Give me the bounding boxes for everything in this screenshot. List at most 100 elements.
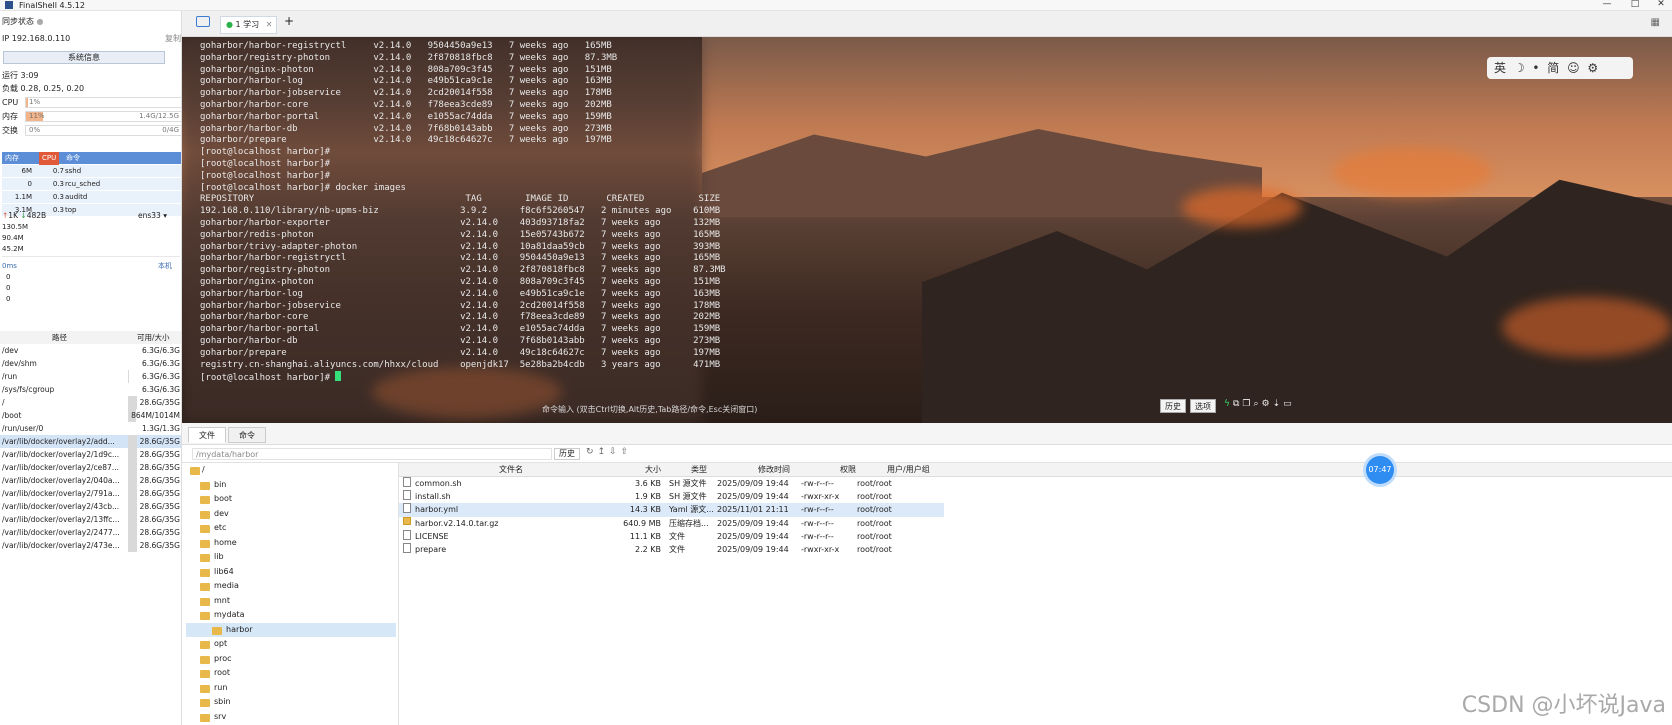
tree-item[interactable]: proc	[186, 652, 396, 667]
tab-commands[interactable]: 命令	[228, 427, 266, 443]
history-button[interactable]: 历史	[1160, 399, 1186, 413]
disk-row[interactable]: /boot 864M/1014M	[0, 409, 181, 422]
upload-icon[interactable]: ⇧	[621, 447, 633, 457]
tree-item[interactable]: sbin	[186, 695, 396, 710]
disk-row[interactable]: /var/lib/docker/overlay2/040a... 28.6G/35…	[0, 474, 181, 487]
tree-item[interactable]: media	[186, 579, 396, 594]
terminal-tool-icons[interactable]: ϟ⧉❐⌕⚙⇣▭	[1224, 399, 1295, 409]
col-size[interactable]: 大小	[645, 463, 661, 477]
disk-row[interactable]: /sys/fs/cgroup 6.3G/6.3G	[0, 383, 181, 396]
col-mtime[interactable]: 修改时间	[758, 463, 790, 477]
disk-row[interactable]: /var/lib/docker/overlay2/43cb... 28.6G/35…	[0, 500, 181, 513]
tab-close-icon[interactable]: ✕	[266, 20, 273, 29]
file-row[interactable]: LICENSE 11.1 KB 文件 2025/09/09 19:44 -rw-r--r…	[399, 529, 944, 543]
disk-row[interactable]: /run 6.3G/6.3G	[0, 370, 181, 383]
proc-cpu: 0.7	[52, 167, 64, 175]
disk-row[interactable]: /run/user/0 1.3G/1.3G	[0, 422, 181, 435]
tree-item[interactable]: mnt	[186, 594, 396, 609]
tree-item[interactable]: lib64	[186, 565, 396, 580]
ime-toolbar[interactable]: 英 ☽ • 简 ☺ ⚙	[1487, 57, 1633, 79]
disk-row[interactable]: /var/lib/docker/overlay2/13ffc... 28.6G/3…	[0, 513, 181, 526]
col-owner[interactable]: 用户/用户组	[887, 463, 930, 477]
proc-col-cpu[interactable]: CPU	[39, 152, 60, 165]
iface-select[interactable]: ens33 ▾	[138, 210, 167, 222]
tree-item[interactable]: run	[186, 681, 396, 696]
folder-open-icon[interactable]	[196, 16, 210, 27]
tree-item[interactable]: etc	[186, 521, 396, 536]
tree-item[interactable]: home	[186, 536, 396, 551]
tree-item[interactable]: boot	[186, 492, 396, 507]
tree-item[interactable]: lib	[186, 550, 396, 565]
process-row[interactable]: 0 0.3 rcu_sched	[2, 178, 181, 191]
proc-cmd: auditd	[65, 193, 88, 201]
paste-icon[interactable]: ❐	[1242, 399, 1253, 409]
tree-item[interactable]: opt	[186, 637, 396, 652]
lightning-icon[interactable]: ϟ	[1224, 399, 1233, 409]
gear-icon[interactable]: ⚙	[1262, 399, 1273, 409]
tree-item[interactable]: mydata	[186, 608, 396, 623]
col-filename[interactable]: 文件名	[499, 463, 523, 477]
tree-item[interactable]: bin	[186, 478, 396, 493]
tab-session-1[interactable]: ● 1 学习 ✕	[220, 16, 277, 34]
ping-host[interactable]: 本机	[158, 260, 172, 272]
system-info-button[interactable]: 系统信息	[3, 51, 165, 64]
disk-row[interactable]: /dev/shm 6.3G/6.3G	[0, 357, 181, 370]
disk-row[interactable]: / 28.6G/35G	[0, 396, 181, 409]
download-icon[interactable]: ⇣	[1273, 399, 1284, 409]
background-glow	[1182, 187, 1302, 227]
file-row[interactable]: install.sh 1.9 KB SH 源文件 2025/09/09 19:44 -r…	[399, 490, 944, 503]
download-icon[interactable]: ⇩	[609, 447, 621, 457]
minimize-button[interactable]: —	[1597, 0, 1617, 9]
refresh-icon[interactable]: ↻	[586, 447, 598, 457]
file-row[interactable]: prepare 2.2 KB 文件 2025/09/09 19:44 -rwxr-xr-…	[399, 542, 944, 556]
up-dir-icon[interactable]: ↥	[598, 447, 610, 457]
disk-row[interactable]: /var/lib/docker/overlay2/2477... 28.6G/35…	[0, 526, 181, 539]
options-button[interactable]: 选项	[1190, 399, 1216, 413]
col-perm[interactable]: 权限	[840, 463, 856, 477]
close-button[interactable]: ✕	[1651, 0, 1671, 9]
process-row[interactable]: 1.1M 0.3 auditd	[2, 191, 181, 204]
disk-size: 6.3G/6.3G	[128, 344, 180, 357]
col-type[interactable]: 类型	[691, 463, 707, 477]
disk-row[interactable]: /var/lib/docker/overlay2/ce87... 28.6G/35…	[0, 461, 181, 474]
command-input-hint[interactable]: 命令输入 (双击Ctrl切换,Alt历史,Tab路径/命令,Esc关闭窗口)	[542, 404, 757, 415]
proc-col-mem[interactable]: 内存	[5, 152, 19, 165]
tree-item[interactable]: srv	[186, 710, 396, 725]
terminal-line: goharbor/registry-photon v2.14.0 2f87081…	[200, 265, 726, 276]
disk-row[interactable]: /dev 6.3G/6.3G	[0, 344, 181, 357]
background-glow	[1502, 297, 1672, 357]
copy-icon[interactable]: ⧉	[1233, 399, 1242, 409]
disk-size: 28.6G/35G	[128, 500, 180, 513]
path-tool-icons[interactable]: ↻↥⇩⇧	[586, 447, 632, 457]
process-row[interactable]: 6M 0.7 sshd	[2, 165, 181, 178]
tab-files[interactable]: 文件	[188, 427, 226, 443]
tree-item[interactable]: dev	[186, 507, 396, 522]
clock-bubble[interactable]: 07:47	[1366, 456, 1394, 484]
search-icon[interactable]: ⌕	[1253, 399, 1261, 409]
disk-row[interactable]: /var/lib/docker/overlay2/473e... 28.6G/35…	[0, 539, 181, 552]
tree-item[interactable]: /	[186, 463, 396, 478]
grid-layout-icon[interactable]: ▦	[1651, 17, 1660, 28]
disk-col-size[interactable]: 可用/大小	[137, 331, 170, 344]
tree-item[interactable]: root	[186, 666, 396, 681]
file-row[interactable]: harbor.v2.14.0.tar.gz 640.9 MB 压缩存档... 2025…	[399, 516, 944, 530]
path-history-button[interactable]: 历史	[554, 448, 580, 460]
terminal-line: goharbor/prepare v2.14.0 49c18c64627c 7 …	[200, 347, 721, 358]
tree-item[interactable]: harbor	[186, 622, 396, 637]
add-tab-button[interactable]: +	[284, 14, 294, 28]
disk-size-text: 1.3G/1.3G	[141, 424, 180, 433]
proc-col-cmd[interactable]: 命令	[66, 152, 80, 165]
file-row[interactable]: harbor.yml 14.3 KB Yaml 源文... 2025/11/01 21…	[399, 503, 944, 517]
terminal-panel[interactable]: goharbor/harbor-registryctl v2.14.0 9504…	[182, 37, 1672, 423]
fullscreen-icon[interactable]: ▭	[1283, 399, 1295, 409]
disk-row[interactable]: /var/lib/docker/overlay2/791a... 28.6G/35…	[0, 487, 181, 500]
copy-ip-link[interactable]: 复制	[165, 33, 181, 45]
file-row[interactable]: common.sh 3.6 KB SH 源文件 2025/09/09 19:44 -rw…	[399, 477, 944, 490]
maximize-button[interactable]: □	[1625, 0, 1645, 9]
path-input[interactable]: /mydata/harbor	[192, 448, 552, 460]
disk-size-text: 28.6G/35G	[139, 450, 180, 459]
tree-item-label: boot	[214, 494, 233, 503]
disk-row[interactable]: /var/lib/docker/overlay2/1d9c... 28.6G/35…	[0, 448, 181, 461]
disk-row[interactable]: /var/lib/docker/overlay2/add... 28.6G/35G	[0, 435, 181, 448]
disk-col-path[interactable]: 路径	[52, 331, 67, 344]
